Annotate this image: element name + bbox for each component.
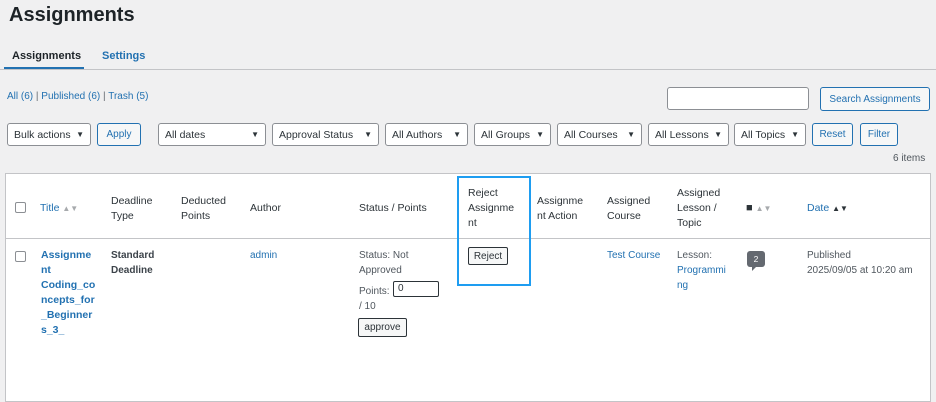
page-title: Assignments [9,4,135,26]
row-lesson-line: Programmi [677,265,726,276]
row-status-line: Approved [359,265,402,276]
column-action-line: Assignme [537,195,584,207]
row-title-line: _Beginner [41,309,93,321]
row-deadline-line: Deadline [111,265,153,276]
chevron-down-icon: ▼ [627,130,635,139]
row-status: Status: Not Approved [359,248,408,278]
authors-select[interactable]: All Authors ▼ [385,123,468,146]
tabs-divider [0,69,936,70]
column-lesson-line: Assigned [677,187,721,199]
reset-button[interactable]: Reset [812,123,853,146]
row-title-line: s_3_ [41,324,65,336]
items-count: 6 items [893,153,926,164]
row-lesson-link[interactable]: Programmi ng [677,263,726,293]
view-filters: All (6) | Published (6) | Trash (5) [7,91,148,102]
column-assignment-action: Assignme nt Action [537,194,583,224]
column-deadline-line: Deadline [111,195,153,207]
row-lesson-label: Lesson: [677,250,713,261]
column-deducted-line: Deducted [181,195,226,207]
sort-arrows-icon: ▲▼ [755,204,772,213]
view-separator: | [35,91,39,102]
dates-label: All dates [165,128,206,141]
column-deducted-points: Deducted Points [181,194,226,224]
row-author-link[interactable]: admin [250,248,277,263]
column-action-line: nt Action [537,210,578,222]
column-deadline-type: Deadline Type [111,194,152,224]
column-course-line: Assigned [607,195,651,207]
groups-label: All Groups [481,128,531,141]
bulk-actions-label: Bulk actions [14,128,71,141]
apply-button[interactable]: Apply [97,123,141,146]
column-deadline-line: Type [111,210,134,222]
column-course-line: Course [607,210,641,222]
row-title-line: Assignme [41,249,92,261]
bulk-actions-select[interactable]: Bulk actions ▼ [7,123,91,146]
lessons-label: All Lessons [655,128,709,141]
view-separator: | [103,91,106,102]
tab-assignments[interactable]: Assignments [12,50,81,62]
row-date-value: 2025/09/05 at 10:20 am [807,265,913,276]
column-comments[interactable]: ■ ▲▼ [746,201,771,216]
sort-arrows-icon: ▲▼ [832,204,848,213]
column-author: Author [250,202,281,214]
row-course-link[interactable]: Test Course [607,248,660,263]
dates-select[interactable]: All dates ▼ [158,123,266,146]
sort-arrows-icon: ▲▼ [62,204,79,213]
approval-status-select[interactable]: Approval Status ▼ [272,123,379,146]
points-input[interactable]: 0 [393,281,439,297]
row-date: Published 2025/09/05 at 10:20 am [807,248,913,278]
row-status-line: Status: Not [359,250,409,261]
row-title-link[interactable]: Assignme nt Coding_co ncepts_for _Beginn… [41,248,95,338]
lessons-select[interactable]: All Lessons ▼ [648,123,729,146]
comment-bubble-icon: ■ [746,202,753,214]
row-checkbox[interactable] [15,251,26,262]
row-title-line: ncepts_for [41,294,95,306]
column-status-points: Status / Points [359,202,427,214]
comment-count-badge[interactable]: 2 [747,251,765,271]
column-deducted-line: Points [181,210,211,222]
courses-label: All Courses [564,128,618,141]
row-points-total: / 10 [359,301,376,312]
search-input[interactable] [667,87,809,110]
row-title-line: nt [41,264,51,276]
row-lesson-line: ng [677,280,689,291]
search-assignments-button[interactable]: Search Assignments [820,87,930,111]
column-assigned-course: Assigned Course [607,194,650,224]
view-trash-link[interactable]: Trash (5) [108,91,148,102]
groups-select[interactable]: All Groups ▼ [474,123,551,146]
approval-status-label: Approval Status [279,128,354,141]
select-all-checkbox[interactable] [15,202,26,213]
chevron-down-icon: ▼ [714,130,722,139]
chevron-down-icon: ▼ [364,130,372,139]
view-all-link[interactable]: All (6) [7,91,33,102]
chevron-down-icon: ▼ [453,130,461,139]
row-points-label: Points: [359,286,390,297]
row-deadline-type: Standard Deadline [111,248,154,278]
column-title-label: Title [40,202,60,214]
authors-label: All Authors [392,128,443,141]
row-deadline-line: Standard [111,250,155,261]
column-lesson-line: Lesson / [677,202,717,214]
tab-settings[interactable]: Settings [102,50,145,62]
column-date-label: Date [807,202,830,214]
column-title[interactable]: Title ▲▼ [40,201,78,216]
approve-button[interactable]: approve [358,318,407,337]
filter-button[interactable]: Filter [860,123,898,146]
courses-select[interactable]: All Courses ▼ [557,123,642,146]
column-date[interactable]: Date ▲▼ [807,201,848,216]
chevron-down-icon: ▼ [791,130,799,139]
column-assigned-lesson: Assigned Lesson / Topic [677,186,720,231]
chevron-down-icon: ▼ [76,130,84,139]
view-published-link[interactable]: Published (6) [41,91,100,102]
column-lesson-line: Topic [677,217,702,229]
topics-select[interactable]: All Topics ▼ [734,123,806,146]
topics-label: All Topics [741,128,786,141]
row-date-status: Published [807,250,851,261]
chevron-down-icon: ▼ [536,130,544,139]
chevron-down-icon: ▼ [251,130,259,139]
row-title-line: Coding_co [41,279,96,291]
reject-column-highlight [457,176,531,286]
